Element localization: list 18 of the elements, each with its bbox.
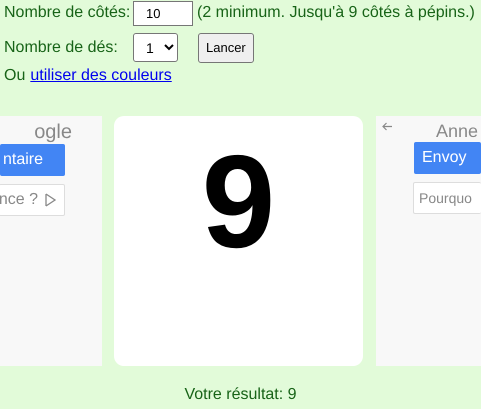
hint-text: (2 minimum. Jusqu'à 9 côtés à pépins.) <box>197 4 475 22</box>
dice-select[interactable]: 1 <box>133 33 178 62</box>
ad-title: Anne <box>436 121 478 142</box>
field-label: Nombre de dés: <box>4 38 119 56</box>
roll-button[interactable]: Lancer <box>198 32 254 62</box>
ad-button[interactable]: nce ? <box>0 184 65 216</box>
field-label: Nombre de côtés: <box>4 4 132 22</box>
or-text: Ou <box>4 67 26 85</box>
ad-button[interactable]: Pourquo <box>413 182 481 214</box>
ad-button[interactable]: Envoy <box>414 142 481 174</box>
ad-button[interactable]: ntaire <box>0 144 65 176</box>
sides-input[interactable]: 10 <box>133 0 193 26</box>
play-icon <box>44 193 56 207</box>
die-value: 9 <box>202 136 276 277</box>
result-text: Votre résultat: 9 <box>183 386 298 404</box>
colors-link[interactable]: utiliser des couleurs <box>30 67 172 85</box>
back-arrow-icon[interactable] <box>382 122 393 131</box>
ad-title: ogle <box>34 121 72 144</box>
